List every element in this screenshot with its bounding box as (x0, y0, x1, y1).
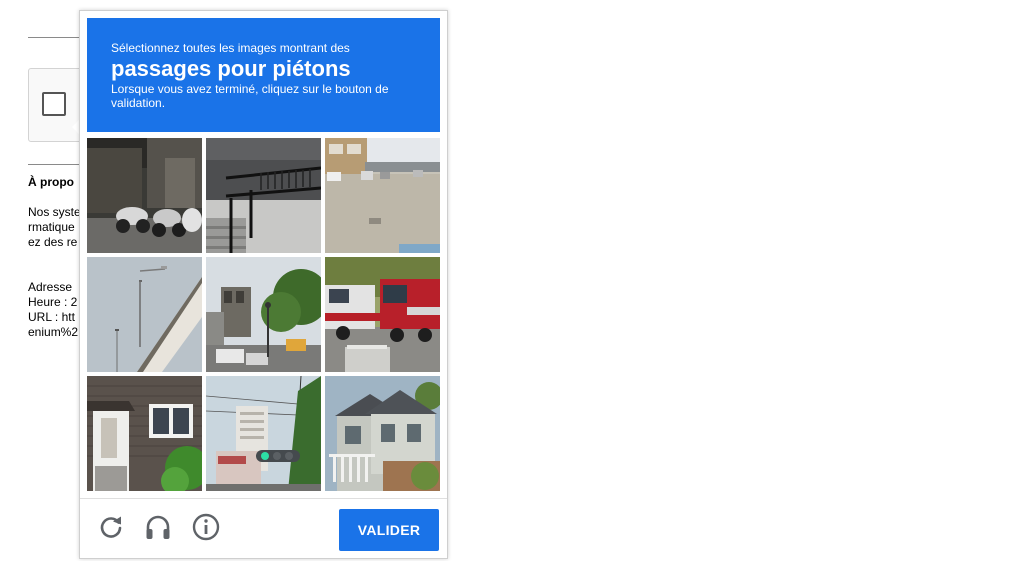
image-tile-9[interactable] (325, 376, 440, 491)
info-line-url: URL : htt (28, 310, 75, 324)
challenge-header: Sélectionnez toutes les images montrant … (87, 18, 440, 132)
image-grid (87, 138, 440, 491)
roof-streetlight-image (87, 257, 202, 372)
headphones-icon[interactable] (143, 512, 173, 542)
reload-icon[interactable] (96, 512, 126, 542)
houses-image (325, 376, 440, 491)
house-door-image (87, 376, 202, 491)
image-tile-5[interactable] (206, 257, 321, 372)
middle-divider (28, 164, 80, 165)
stairs-railing-image (206, 138, 321, 253)
info-line-url-cont: enium%2 (28, 325, 79, 339)
image-tile-2[interactable] (206, 138, 321, 253)
traffic-light-image (206, 376, 321, 491)
info-line-address: Adresse (28, 280, 73, 294)
red-trucks-image (325, 257, 440, 372)
instruction-text: Sélectionnez toutes les images montrant … (111, 41, 350, 55)
image-tile-4[interactable] (87, 257, 202, 372)
captcha-challenge-popup: Sélectionnez toutes les images montrant … (79, 10, 448, 559)
image-tile-7[interactable] (87, 376, 202, 491)
footer-divider (80, 498, 447, 499)
about-heading: À propo (28, 175, 74, 189)
parking-lot-image (325, 138, 440, 253)
image-tile-1[interactable] (87, 138, 202, 253)
image-tile-6[interactable] (325, 257, 440, 372)
instruction-subtext: Lorsque vous avez terminé, cliquez sur l… (111, 82, 389, 110)
recaptcha-checkbox[interactable] (42, 92, 66, 116)
image-tile-8[interactable] (206, 376, 321, 491)
verify-button[interactable]: VALIDER (339, 509, 439, 551)
info-icon[interactable] (191, 512, 221, 542)
top-divider (28, 37, 80, 38)
storefront-motorcycles-image (87, 138, 202, 253)
body-line-3: ez des re (28, 235, 78, 249)
street-trees-image (206, 257, 321, 372)
target-object-label: passages pour piétons (111, 56, 351, 81)
body-line-1: Nos syste (28, 205, 81, 219)
info-line-time: Heure : 2 (28, 295, 78, 309)
image-tile-3[interactable] (325, 138, 440, 253)
body-line-2: rmatique (28, 220, 75, 234)
